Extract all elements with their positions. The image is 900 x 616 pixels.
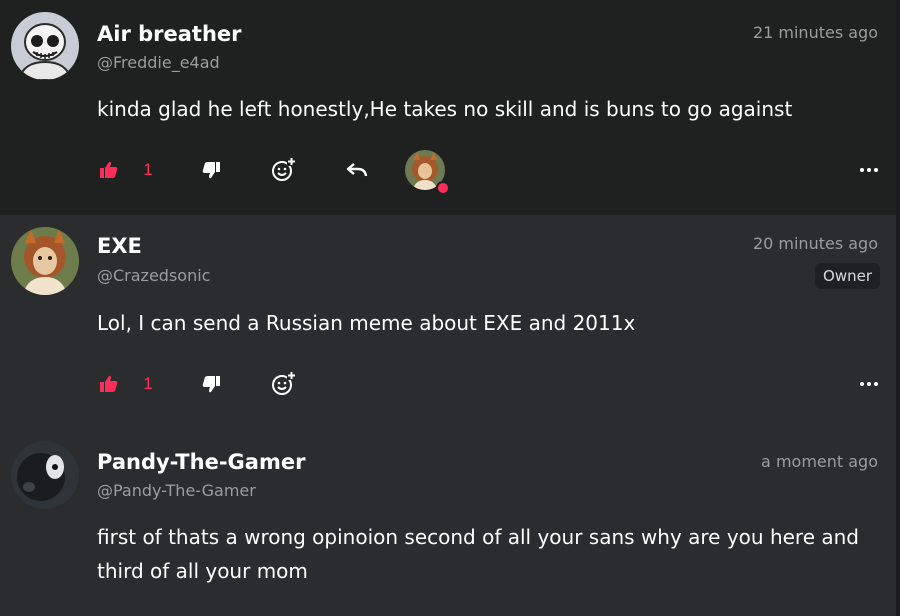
author-name[interactable]: Pandy-The-Gamer [97, 449, 305, 475]
status-dot [436, 181, 450, 195]
thumbs-up-icon [100, 161, 118, 178]
like-count: 1 [143, 374, 153, 393]
more-options-button[interactable] [857, 364, 878, 404]
avatar[interactable] [11, 227, 79, 295]
like-button[interactable] [97, 364, 121, 404]
author-name[interactable]: Air breather [97, 21, 242, 47]
timestamp: 21 minutes ago [752, 23, 878, 42]
like-button[interactable] [97, 150, 121, 190]
comment-text: first of thats a wrong opinoion second o… [97, 525, 860, 583]
author-name[interactable]: EXE [97, 233, 142, 259]
comment-text: Lol, I can send a Russian meme about EXE… [97, 311, 636, 335]
thumbs-up-icon [100, 375, 118, 392]
dot-icon [860, 168, 864, 172]
add-reaction-button[interactable] [268, 364, 298, 404]
add-emoji-icon [272, 157, 296, 181]
add-emoji-icon [272, 371, 296, 395]
fox-character-avatar-icon [11, 227, 79, 295]
reply-button[interactable] [344, 150, 370, 190]
scrollbar[interactable] [896, 0, 900, 616]
dot-icon [874, 382, 878, 386]
comment-item: Air breather @Freddie_e4ad 21 minutes ag… [0, 0, 900, 215]
comment-actions: 1 [0, 364, 900, 404]
timestamp: a moment ago [761, 452, 878, 471]
dot-icon [867, 382, 871, 386]
reply-arrow-icon [346, 163, 368, 177]
dot-icon [874, 168, 878, 172]
owner-badge: Owner [815, 263, 880, 289]
dislike-button[interactable] [199, 150, 223, 190]
skull-avatar-icon [11, 12, 79, 80]
comment-text: kinda glad he left honestly,He takes no … [97, 97, 793, 121]
author-handle[interactable]: @Freddie_e4ad [97, 53, 220, 73]
dislike-button[interactable] [199, 364, 223, 404]
comment-item: EXE @Crazedsonic 20 minutes ago Owner Lo… [0, 215, 900, 430]
dark-character-avatar-icon [11, 441, 79, 509]
thumbs-down-icon [202, 376, 220, 393]
thumbs-down-icon [202, 162, 220, 179]
author-handle[interactable]: @Crazedsonic [97, 266, 210, 286]
avatar[interactable] [11, 441, 79, 509]
add-reaction-button[interactable] [268, 150, 298, 190]
comment-actions: 1 [0, 150, 900, 195]
dot-icon [867, 168, 871, 172]
avatar[interactable] [11, 12, 79, 80]
like-count: 1 [143, 160, 153, 179]
timestamp: 20 minutes ago [752, 234, 878, 253]
author-handle[interactable]: @Pandy-The-Gamer [97, 481, 256, 501]
comment-item: Pandy-The-Gamer @Pandy-The-Gamer a momen… [0, 430, 900, 616]
dot-icon [860, 382, 864, 386]
more-options-button[interactable] [857, 150, 878, 190]
